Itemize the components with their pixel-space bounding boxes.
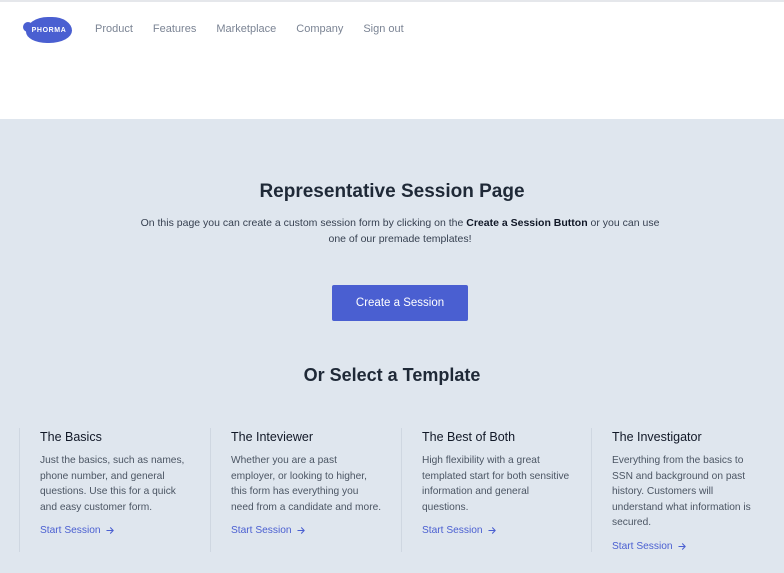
logo-text: PHORMA <box>31 26 67 34</box>
create-session-button[interactable]: Create a Session <box>332 285 468 321</box>
arrow-right-icon <box>105 527 114 535</box>
start-session-label: Start Session <box>612 540 673 552</box>
main-nav: Product Features Marketplace Company Sig… <box>95 23 424 35</box>
intro-text-bold: Create a Session Button <box>466 217 588 229</box>
nav-item-company[interactable]: Company <box>296 23 343 35</box>
section-title: Or Select a Template <box>303 365 481 385</box>
nav-item-features[interactable]: Features <box>153 23 196 35</box>
template-title: The Inteviewer <box>231 430 313 444</box>
start-session-link[interactable]: Start Session <box>231 525 401 536</box>
start-session-link[interactable]: Start Session <box>612 541 782 552</box>
template-title: The Basics <box>40 430 102 444</box>
start-session-label: Start Session <box>40 525 101 537</box>
nav-item-product[interactable]: Product <box>95 23 133 35</box>
template-card-basics: The Basics Just the basics, such as name… <box>19 428 210 552</box>
template-title: The Investigator <box>612 430 702 444</box>
nav-item-marketplace[interactable]: Marketplace <box>216 23 276 35</box>
phorma-logo[interactable]: PHORMA <box>23 17 72 43</box>
start-session-link[interactable]: Start Session <box>40 525 210 536</box>
arrow-right-icon <box>487 527 496 535</box>
template-description: High flexibility with a great templated … <box>422 455 570 513</box>
main-content: Representative Session Page On this page… <box>0 119 784 573</box>
template-card-inteviewer: The Inteviewer Whether you are a past em… <box>210 428 401 552</box>
start-session-label: Start Session <box>422 525 483 537</box>
template-card-investigator: The Investigator Everything from the bas… <box>591 428 782 552</box>
template-card-best-of-both: The Best of Both High flexibility with a… <box>401 428 592 552</box>
arrow-right-icon <box>677 543 686 550</box>
start-session-link[interactable]: Start Session <box>422 525 592 536</box>
template-description: Just the basics, such as names, phone nu… <box>40 455 185 513</box>
template-description: Whether you are a past employer, or look… <box>231 455 382 513</box>
start-session-label: Start Session <box>231 525 292 537</box>
intro-text-start: On this page you can create a custom ses… <box>140 217 467 229</box>
intro-text: On this page you can create a custom ses… <box>140 215 660 247</box>
page-title: Representative Session Page <box>259 181 525 202</box>
template-list: The Basics Just the basics, such as name… <box>19 428 784 552</box>
arrow-right-icon <box>296 527 305 535</box>
template-title: The Best of Both <box>422 430 516 444</box>
nav-item-sign-out[interactable]: Sign out <box>363 23 403 35</box>
template-description: Everything from the basics to SSN and ba… <box>612 455 751 529</box>
site-header: PHORMA Product Features Marketplace Comp… <box>0 2 784 119</box>
